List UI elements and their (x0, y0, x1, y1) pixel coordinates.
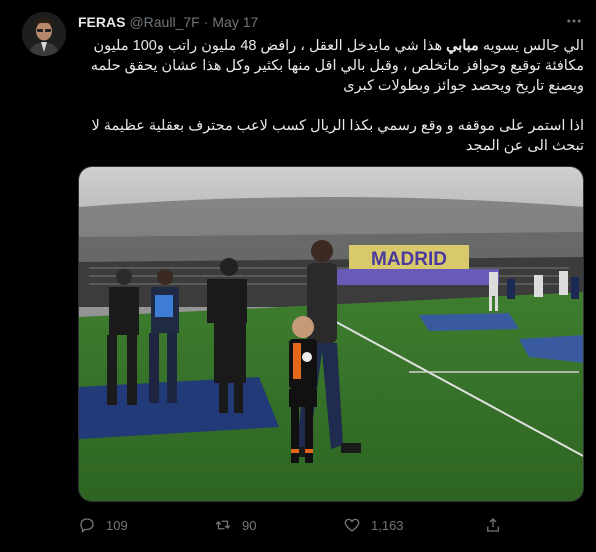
tweet-actions: 109 90 1,163 (78, 512, 584, 538)
tweet-paragraph-2: اذا استمر على موقفه و وقع رسمي بكذا الري… (91, 118, 584, 154)
tweet-header: FERAS @Raull_7F · May 17 (78, 12, 258, 32)
stadium-photo: MADRID (79, 167, 583, 501)
avatar[interactable] (22, 12, 66, 56)
hashtag-highlight[interactable]: مبابي (446, 38, 479, 54)
retweet-button[interactable]: 90 (214, 516, 256, 534)
tweet-media[interactable]: MADRID (78, 166, 584, 502)
share-button[interactable] (484, 516, 502, 534)
like-count: 1,163 (371, 517, 404, 533)
tweet[interactable]: FERAS @Raull_7F · May 17 الي جالس يسويه … (0, 0, 596, 552)
separator-dot: · (203, 14, 209, 30)
avatar-image (22, 12, 66, 56)
madrid-banner-text: MADRID (371, 249, 447, 270)
reply-icon (80, 518, 94, 533)
tweet-paragraph-1: الي جالس يسويه مبابي هذا شي مايدخل العقل… (78, 36, 584, 96)
paragraph1-pre: الي جالس يسويه (478, 38, 584, 54)
more-icon (567, 19, 581, 23)
retweet-icon (215, 520, 231, 530)
reply-button[interactable]: 109 (78, 516, 128, 534)
reply-count: 109 (106, 517, 128, 533)
share-icon (487, 518, 499, 532)
user-name[interactable]: FERAS (78, 14, 125, 30)
tweet-text: الي جالس يسويه مبابي هذا شي مايدخل العقل… (78, 36, 584, 156)
more-button[interactable] (562, 11, 586, 31)
like-button[interactable]: 1,163 (343, 516, 404, 534)
retweet-count: 90 (242, 517, 257, 533)
like-icon (344, 518, 360, 532)
user-handle[interactable]: @Raull_7F (129, 14, 199, 30)
tweet-date[interactable]: May 17 (212, 14, 258, 30)
